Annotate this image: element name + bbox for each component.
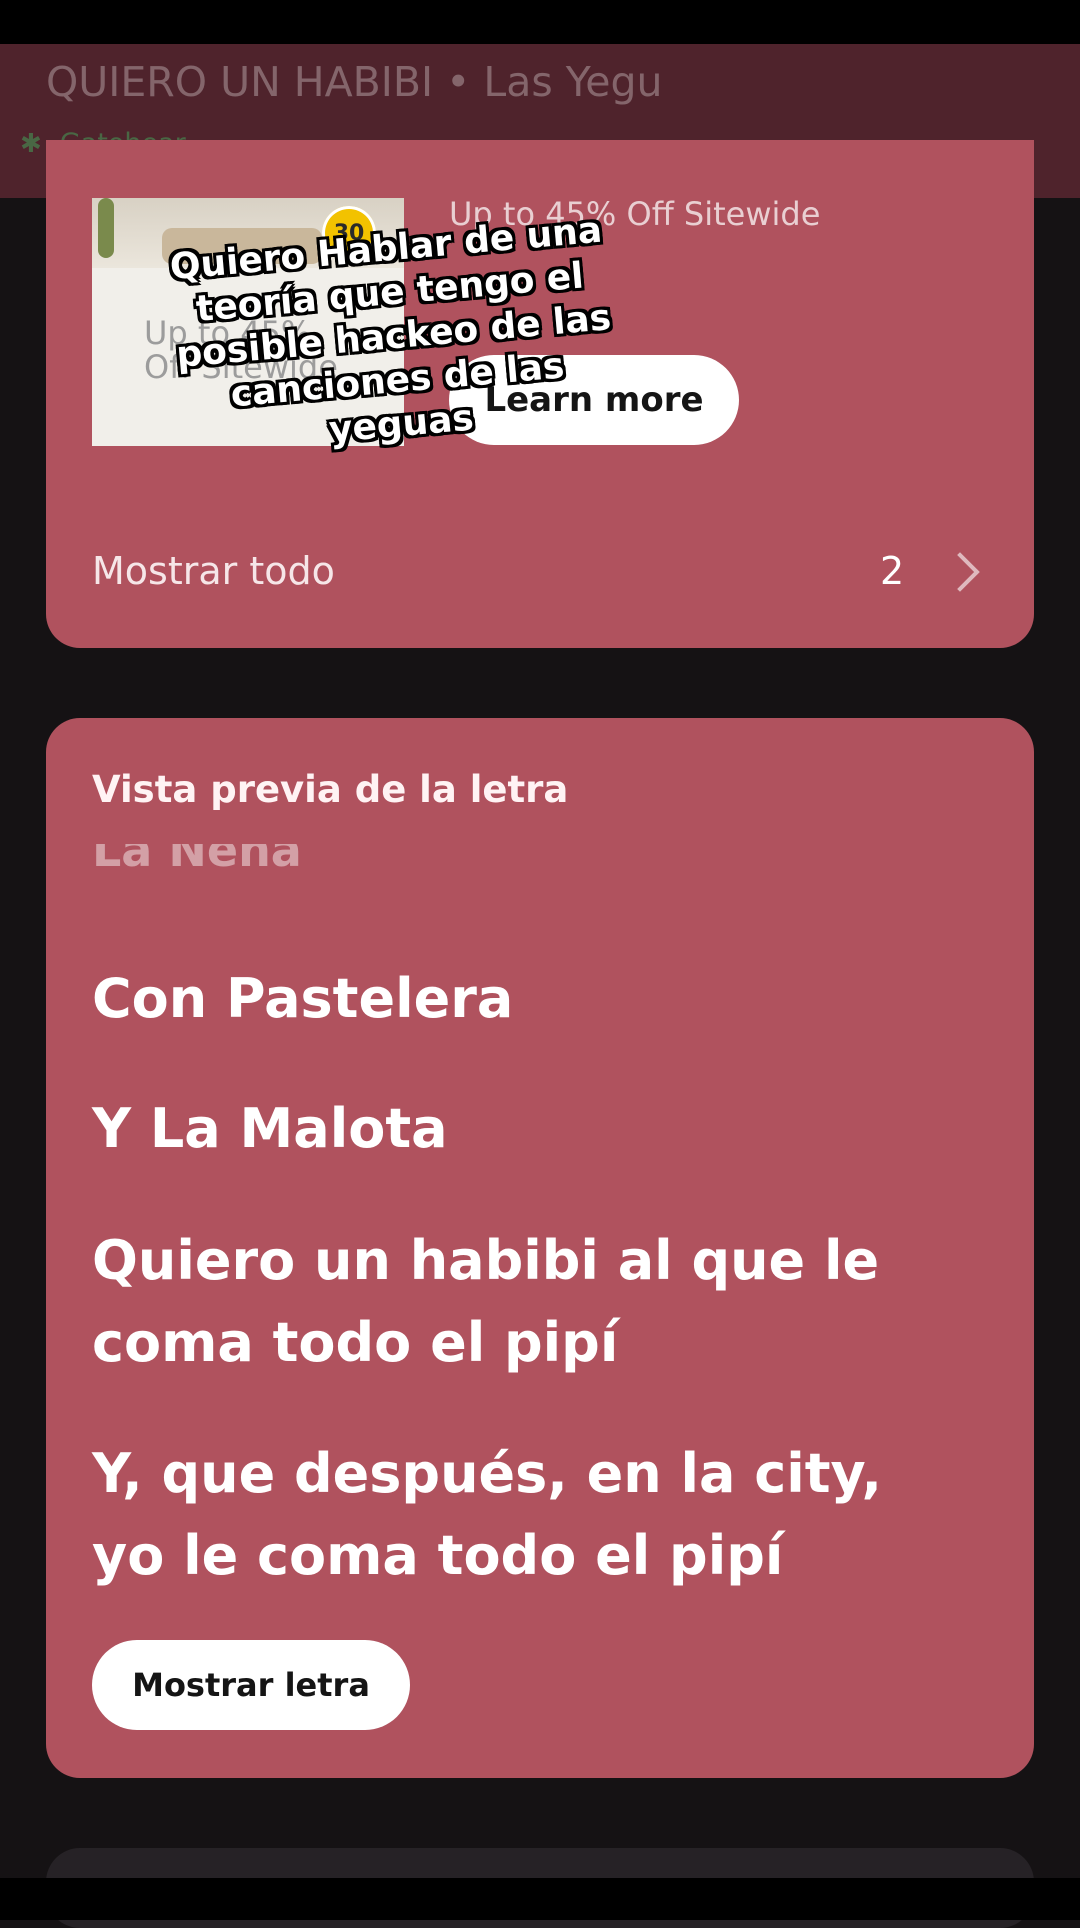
status-bar [0, 0, 1080, 44]
lyrics-preview-card: Vista previa de la letra La Nena Con Pas… [46, 718, 1034, 1778]
lyric-line: Con Pastelera [92, 967, 514, 1030]
lyric-line: Y, que después, en la city, yo le coma t… [92, 1442, 883, 1587]
lyrics-heading: Vista previa de la letra [92, 768, 569, 811]
bluetooth-icon: ✱ [20, 129, 42, 159]
lyric-faded-line: La Nena [92, 844, 302, 878]
show-all-link[interactable]: Mostrar todo [92, 546, 335, 596]
plant-graphic [98, 198, 114, 258]
lyric-line: Quiero un habibi al que le coma todo el … [92, 1229, 880, 1374]
lyric-line: Y La Malota [92, 1097, 448, 1160]
track-title: QUIERO UN HABIBI • Las Yegu [46, 58, 663, 106]
lyric-faded-text: La Nena [92, 844, 302, 877]
show-all-count: 2 [880, 549, 905, 593]
chevron-right-icon[interactable] [940, 552, 980, 592]
navigation-bar [0, 1878, 1080, 1920]
overlay-caption: Quiero Hablar de una teoría que tengo el… [168, 209, 613, 452]
show-lyrics-button[interactable]: Mostrar letra [92, 1640, 410, 1730]
